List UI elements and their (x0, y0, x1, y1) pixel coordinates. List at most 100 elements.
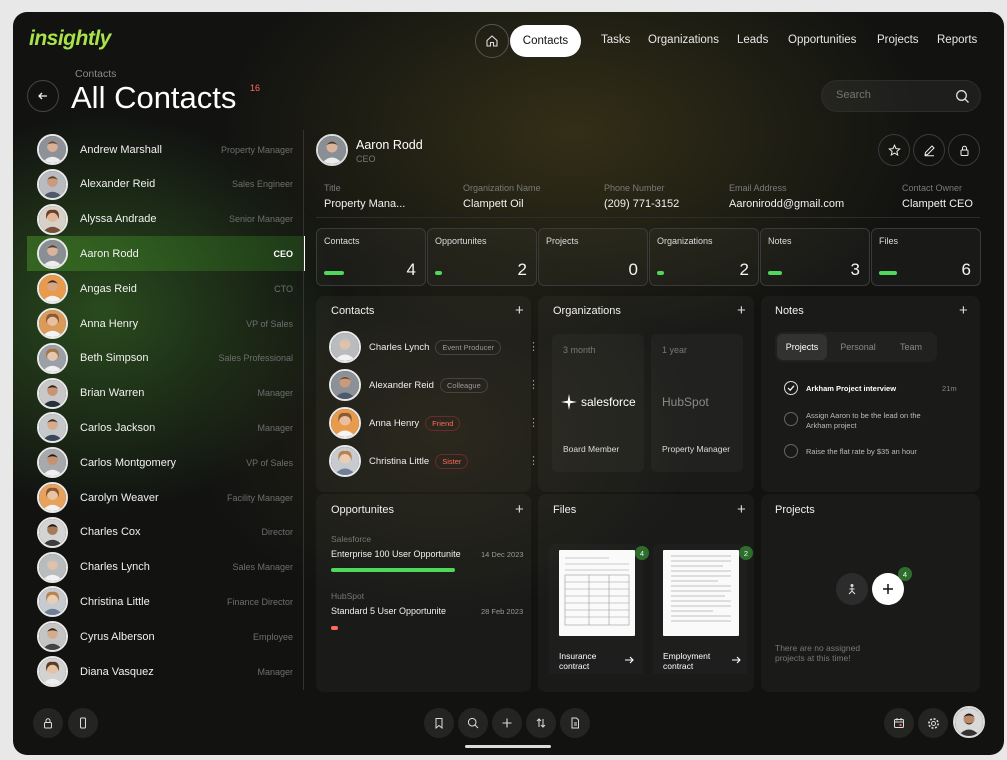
favorite-button[interactable] (878, 134, 910, 166)
note-checkbox[interactable] (784, 444, 798, 458)
nav-reports[interactable]: Reports (937, 34, 977, 46)
add-button[interactable] (492, 708, 522, 738)
bookmark-icon (435, 718, 443, 729)
contact-name: Aaron Rodd (80, 247, 139, 260)
plus-icon (883, 584, 893, 594)
search-button[interactable] (458, 708, 488, 738)
note-checkbox[interactable] (784, 381, 798, 395)
avatar[interactable] (953, 706, 985, 738)
contact-row[interactable]: Aaron Rodd CEO (27, 236, 305, 272)
opportunity-name[interactable]: Enterprise 100 User Opportunite (331, 549, 461, 559)
opportunity-name[interactable]: Standard 5 User Opportunite (331, 606, 446, 616)
project-count-badge: 4 (898, 567, 912, 581)
contact-name: Charles Lynch (80, 561, 150, 574)
nav-organizations[interactable]: Organizations (648, 34, 719, 46)
home-button[interactable] (475, 24, 509, 58)
nav-opportunities[interactable]: Opportunities (788, 34, 856, 46)
file-card[interactable]: 2 Employment contract (653, 544, 753, 674)
stat-opportunities[interactable]: Opportunites 2 (427, 228, 537, 286)
checkmark-icon (787, 385, 795, 392)
contact-row[interactable]: Christina Little Finance Director (27, 584, 305, 619)
sort-button[interactable] (526, 708, 556, 738)
stat-projects[interactable]: Projects 0 (538, 228, 648, 286)
stat-value: 3 (850, 260, 860, 279)
notes-panel-title: Notes (775, 305, 804, 317)
calendar-button[interactable] (884, 708, 914, 738)
organization-card[interactable]: 3 month salesforce Board Member (552, 334, 644, 472)
related-contact-row[interactable]: Charles Lynch Event Producer ⋮ (329, 330, 539, 364)
search-icon[interactable] (955, 89, 970, 104)
nav-tasks[interactable]: Tasks (601, 34, 630, 46)
related-contact-row[interactable]: Alexander Reid Colleague ⋮ (329, 368, 539, 402)
file-card[interactable]: 4 Insurance contract (549, 544, 649, 674)
add-contact-button[interactable]: + (515, 303, 524, 318)
note-text: Assign Aaron to be the lead on the Arkha… (806, 411, 921, 430)
add-note-button[interactable]: + (959, 303, 968, 318)
breadcrumb[interactable]: Contacts (75, 68, 116, 80)
gear-icon (927, 717, 939, 729)
edit-button[interactable] (913, 134, 945, 166)
person-button[interactable] (836, 573, 868, 605)
avatar (329, 369, 361, 401)
contact-row[interactable]: Cyrus Alberson Employee (27, 619, 305, 654)
organization-role: Property Manager (662, 444, 731, 454)
contact-row[interactable]: Diana Vasquez Manager (27, 654, 305, 689)
add-file-button[interactable]: + (737, 502, 746, 517)
tab-team[interactable]: Team (887, 334, 935, 360)
contact-row[interactable]: Charles Cox Director (27, 515, 305, 550)
contact-row[interactable]: Carolyn Weaver Facility Manager (27, 480, 305, 515)
contact-role: CTO (274, 283, 293, 294)
contact-row[interactable]: Alyssa Andrade Senior Manager (27, 202, 305, 237)
lock-button[interactable] (948, 134, 980, 166)
organization-value: Clampett Oil (463, 198, 524, 210)
settings-button[interactable] (918, 708, 948, 738)
stat-progress (324, 271, 344, 275)
search-box[interactable] (821, 80, 981, 112)
arrow-right-icon[interactable] (624, 655, 634, 665)
add-opportunity-button[interactable]: + (515, 502, 524, 517)
contact-row[interactable]: Carlos Jackson Manager (27, 410, 305, 445)
contact-row[interactable]: Alexander Reid Sales Engineer (27, 167, 305, 202)
contact-role: Manager (257, 422, 293, 433)
stat-notes[interactable]: Notes 3 (760, 228, 870, 286)
arrow-right-icon[interactable] (731, 655, 741, 665)
contact-row[interactable]: Beth Simpson Sales Professional (27, 341, 305, 376)
contact-row[interactable]: Angas Reid CTO (27, 271, 305, 306)
contact-row[interactable]: Carlos Montgomery VP of Sales (27, 445, 305, 480)
stat-label: Files (879, 236, 899, 246)
related-contact-row[interactable]: Christina Little Sister ⋮ (329, 444, 539, 478)
nav-leads[interactable]: Leads (737, 34, 768, 46)
contact-count-badge: 16 (250, 83, 261, 93)
contact-row[interactable]: Andrew Marshall Property Manager (27, 132, 305, 167)
related-contact-row[interactable]: Anna Henry Friend ⋮ (329, 406, 539, 440)
stat-label: Projects (546, 236, 579, 246)
phone-button[interactable] (68, 708, 98, 738)
organization-card[interactable]: 1 year HubSpot Property Manager (651, 334, 743, 472)
tab-personal[interactable]: Personal (831, 334, 885, 360)
contact-name: Alexander Reid (80, 178, 156, 191)
back-button[interactable] (27, 80, 59, 112)
lock-button[interactable] (33, 708, 63, 738)
contact-role: Sales Engineer (231, 179, 293, 190)
bookmark-button[interactable] (424, 708, 454, 738)
note-checkbox[interactable] (784, 412, 798, 426)
nav-contacts[interactable]: Contacts (510, 25, 581, 57)
empty-projects-text: There are no assigned projects at this t… (775, 643, 861, 663)
tab-projects[interactable]: Projects (777, 334, 827, 360)
document-thumbnail (663, 550, 739, 636)
stat-label: Organizations (657, 236, 713, 246)
document-button[interactable] (560, 708, 590, 738)
relationship-tag: Colleague (439, 377, 488, 393)
avatar (37, 238, 68, 270)
stat-label: Notes (768, 236, 792, 246)
contact-row[interactable]: Anna Henry VP of Sales (27, 306, 305, 341)
search-input[interactable] (836, 89, 946, 101)
stat-files[interactable]: Files 6 (871, 228, 981, 286)
stat-progress (768, 271, 782, 275)
contact-row[interactable]: Charles Lynch Sales Manager (27, 550, 305, 585)
stat-organizations[interactable]: Organizations 2 (649, 228, 759, 286)
add-organization-button[interactable]: + (737, 303, 746, 318)
contact-row[interactable]: Brian Warren Manager (27, 376, 305, 411)
stat-contacts[interactable]: Contacts 4 (316, 228, 426, 286)
nav-projects[interactable]: Projects (877, 34, 919, 46)
